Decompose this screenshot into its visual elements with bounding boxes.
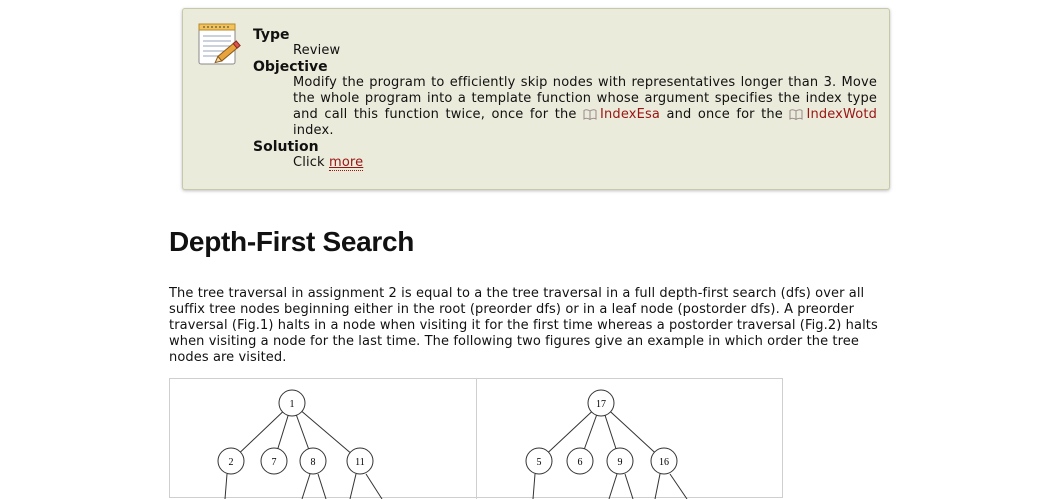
solution-prefix: Click [293,155,330,170]
figure-table: 1 2 7 8 11 17 5 6 9 16 [169,378,783,499]
objective-text-part-2: and once for the [660,107,790,122]
objective-label: Objective [253,59,328,75]
solution-label: Solution [253,139,319,155]
notepad-pencil-icon [198,23,241,65]
book-icon [583,109,597,120]
index-esa-label: IndexEsa [600,107,660,122]
node-label: 17 [596,399,606,410]
preorder-tree-figure: 1 2 7 8 11 [217,389,383,499]
node-label: 11 [355,457,365,468]
assignment-details: Type Review Objective Modify the program… [253,27,877,171]
node-label: 16 [659,457,669,468]
node-label: 2 [229,457,234,468]
type-label: Type [253,27,290,43]
postorder-tree-figure: 17 5 6 9 16 [525,389,688,499]
index-wotd-label: IndexWotd [806,107,878,122]
section-title: Depth-First Search [169,226,415,257]
node-label: 7 [272,457,277,468]
node-label: 6 [578,457,583,468]
intro-paragraph: The tree traversal in assignment 2 is eq… [169,286,878,365]
assignment-box: Type Review Objective Modify the program… [182,8,890,190]
objective-text-part-3: index. [293,123,334,138]
index-wotd-link[interactable]: IndexWotd [789,107,877,122]
node-label: 9 [618,457,623,468]
objective-text: Modify the program to efficiently skip n… [293,75,877,139]
node-label: 8 [311,457,316,468]
node-label: 1 [290,399,295,410]
solution-text: Click more [293,155,877,171]
solution-more-link[interactable]: more [329,155,364,171]
book-icon [789,109,803,120]
type-value: Review [293,43,341,58]
index-esa-link[interactable]: IndexEsa [583,107,660,122]
node-label: 5 [537,457,542,468]
